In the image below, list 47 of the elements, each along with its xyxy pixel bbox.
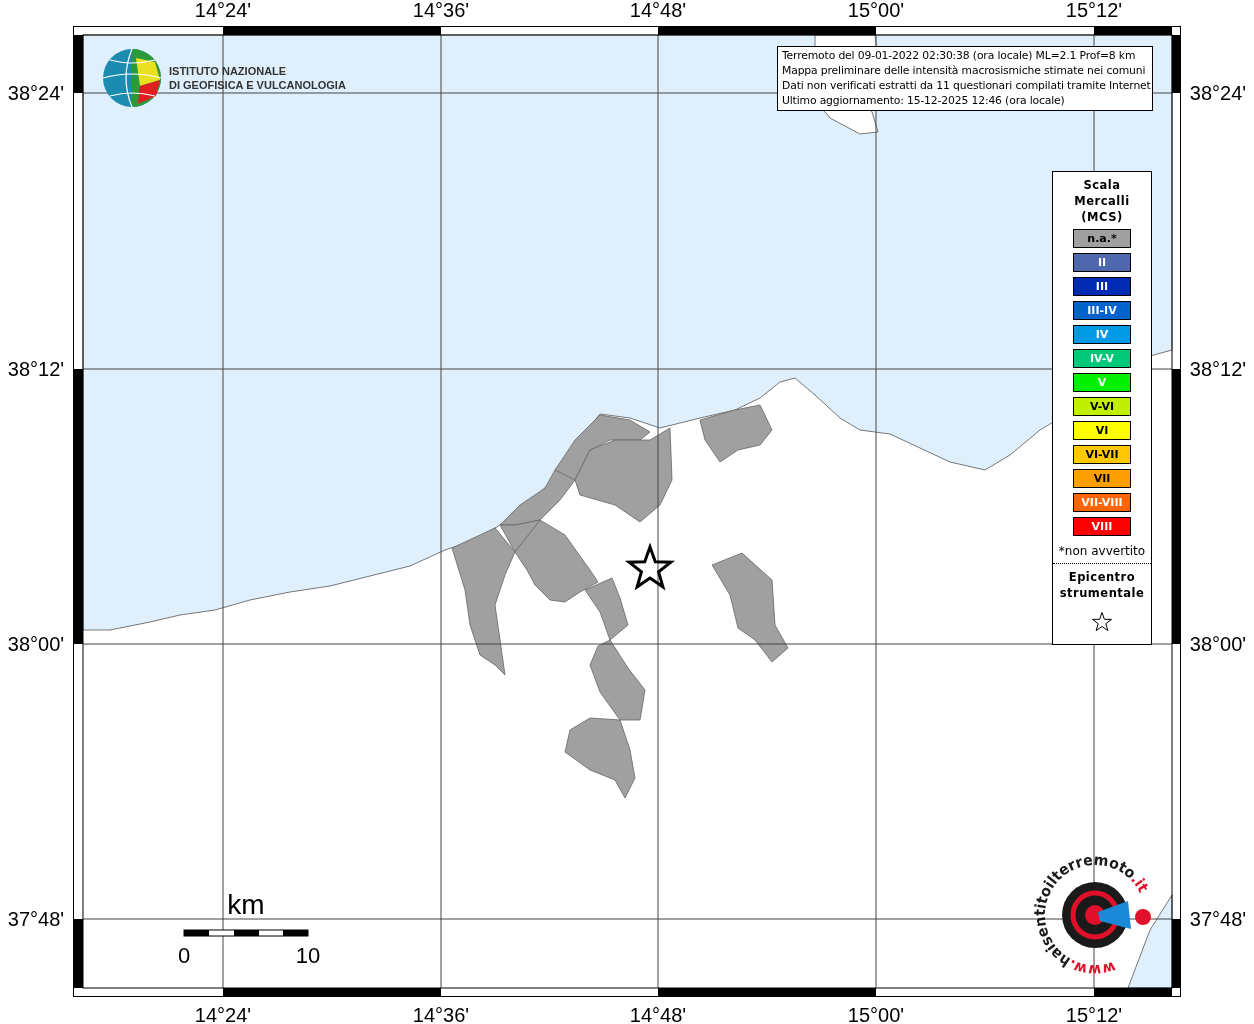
intensity-swatch: II: [1073, 253, 1131, 272]
intensity-swatch: III-IV: [1073, 301, 1131, 320]
info-text: Ultimo aggiornamento: 15-12-2025 12:46 (ora locale): [782, 93, 1066, 108]
frame-bar: [74, 919, 83, 988]
frame-bar: [74, 35, 83, 93]
longitude-label: 14°24': [194, 0, 252, 21]
intensity-swatch: IV: [1073, 325, 1131, 344]
globe-logo-icon: [102, 48, 162, 108]
intensity-swatch: VII-VIII: [1073, 493, 1131, 512]
latitude-label: 38°00': [1189, 633, 1247, 655]
intensity-swatch: n.a.*: [1073, 229, 1131, 248]
longitude-label: 14°24': [194, 1004, 252, 1024]
intensity-swatch: VI: [1073, 421, 1131, 440]
latitude-label: 38°24': [1189, 82, 1247, 104]
info-text: Terremoto del 09-01-2022 02:30:38 (ora locale) ML=2.1 Prof=8 km: [782, 48, 1137, 63]
longitude-label: 15°12': [1065, 1004, 1123, 1024]
institute-name: ISTITUTO NAZIONALE DI GEOFISICA E VULCANOLOGIA: [169, 65, 346, 91]
latitude-label: 37°48': [7, 908, 65, 930]
intensity-swatch: VII: [1073, 469, 1131, 488]
scale-label: 0: [177, 943, 191, 968]
longitude-label: 15°12': [1065, 0, 1123, 21]
legend-footnote: *non avvertito: [1058, 544, 1146, 558]
longitude-label: 14°36': [412, 0, 470, 21]
intensity-swatch: IV-V: [1073, 349, 1131, 368]
latitude-label: 38°00': [7, 633, 65, 655]
latitude-label: 38°12': [7, 358, 65, 380]
longitude-label: 14°48': [629, 1004, 687, 1024]
intensity-swatch: V-VI: [1073, 397, 1131, 416]
scale-label: 10: [295, 943, 321, 968]
scale-unit: km: [227, 889, 265, 920]
intensity-swatch: III: [1073, 277, 1131, 296]
info-text: Dati non verificati estratti da 11 questionari compilati tramite Internet.: [782, 78, 1152, 93]
legend-title: Scala Mercalli (MCS): [1074, 177, 1130, 225]
intensity-swatch: VI-VII: [1073, 445, 1131, 464]
epicentre-label: Epicentro strumentale: [1059, 569, 1145, 601]
epicentre-star-icon: [624, 542, 676, 591]
latitude-label: 38°24': [7, 82, 65, 104]
longitude-label: 14°48': [629, 0, 687, 21]
intensity-swatch: V: [1073, 373, 1131, 392]
info-text: Mappa preliminare delle intensità macrosismiche stimate nei comuni: [782, 63, 1147, 78]
latitude-label: 38°12': [1189, 358, 1247, 380]
longitude-label: 14°36': [412, 1004, 470, 1024]
star-icon: [1091, 611, 1113, 632]
intensity-swatch: VIII: [1073, 517, 1131, 536]
longitude-label: 15°00': [847, 0, 905, 21]
longitude-label: 15°00': [847, 1004, 905, 1024]
latitude-label: 37°48': [1189, 908, 1247, 930]
